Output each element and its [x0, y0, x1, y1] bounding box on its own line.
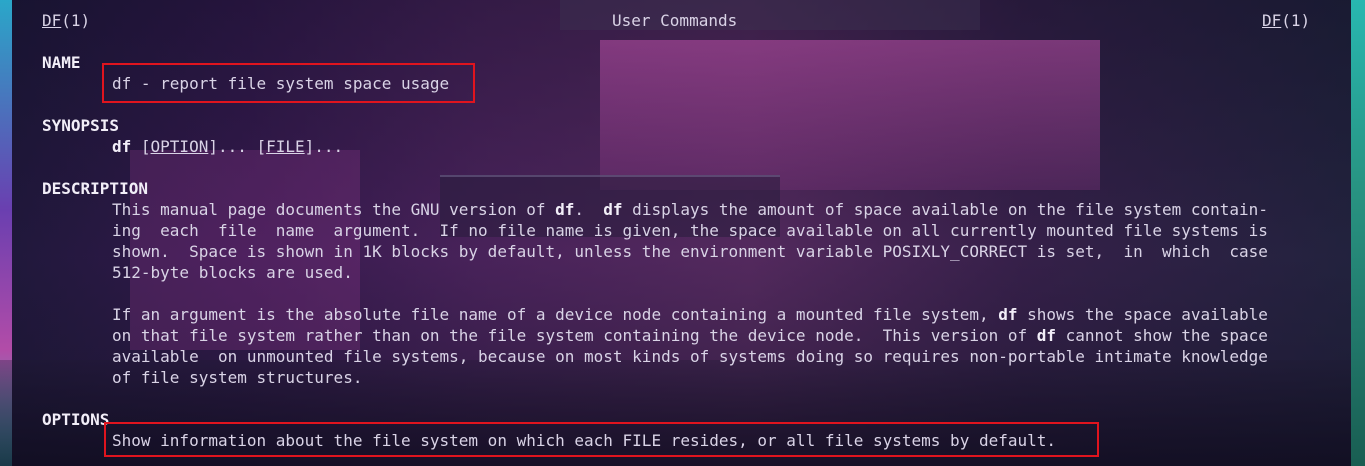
man-header-left: DF(1): [42, 10, 90, 31]
description-command: df: [998, 305, 1018, 324]
description-line: on that file system rather than on the f…: [112, 325, 1268, 346]
man-header-center: User Commands: [612, 11, 738, 30]
header-section: (1): [61, 11, 91, 30]
highlight-box-name: [102, 63, 475, 103]
synopsis-text: ]...: [304, 137, 344, 156]
description-line: 512-byte blocks are used.: [112, 263, 353, 282]
synopsis-option-arg: OPTION: [150, 137, 209, 156]
synopsis-usage: df [OPTION]... [FILE]...: [112, 136, 343, 157]
highlight-box-options: [104, 422, 1099, 457]
description-command: df: [603, 200, 623, 219]
header-command-name: DF: [42, 11, 62, 30]
description-line: This manual page documents the GNU versi…: [112, 199, 1268, 220]
wallpaper-right-edge: [1351, 0, 1365, 466]
section-heading-synopsis: SYNOPSIS: [42, 116, 120, 135]
synopsis-file-arg: FILE: [266, 137, 305, 156]
description-command: df: [1036, 326, 1057, 345]
synopsis-text: [: [131, 137, 151, 156]
description-line: shown. Space is shown in 1K blocks by de…: [112, 242, 1268, 261]
synopsis-command: df: [112, 137, 132, 156]
synopsis-text: ]... [: [208, 137, 267, 156]
description-text: on that file system rather than on the f…: [112, 326, 1037, 345]
terminal-window: DF(1) User Commands DF(1) NAME df - repo…: [0, 0, 1365, 466]
description-line: ing each file name argument. If no file …: [112, 221, 1268, 240]
wallpaper-shape: [600, 40, 1100, 190]
section-heading-description: DESCRIPTION: [42, 179, 148, 198]
section-heading-name: NAME: [42, 53, 81, 72]
description-line: of file system structures.: [112, 368, 363, 387]
header-section: (1): [1281, 11, 1311, 30]
description-text: displays the amount of space available o…: [622, 200, 1268, 219]
description-text: This manual page documents the GNU versi…: [112, 200, 556, 219]
wallpaper-left-edge: [0, 0, 12, 466]
description-text: If an argument is the absolute file name…: [112, 305, 999, 324]
description-command: df: [555, 200, 575, 219]
header-command-name: DF: [1262, 11, 1282, 30]
description-text: cannot show the space: [1056, 326, 1268, 345]
section-heading-options: OPTIONS: [42, 410, 110, 429]
description-line: If an argument is the absolute file name…: [112, 304, 1268, 325]
description-text: .: [574, 200, 604, 219]
description-line: available on unmounted file systems, bec…: [112, 347, 1268, 366]
description-text: shows the space available: [1017, 305, 1268, 324]
man-header-right: DF(1): [1262, 10, 1310, 31]
